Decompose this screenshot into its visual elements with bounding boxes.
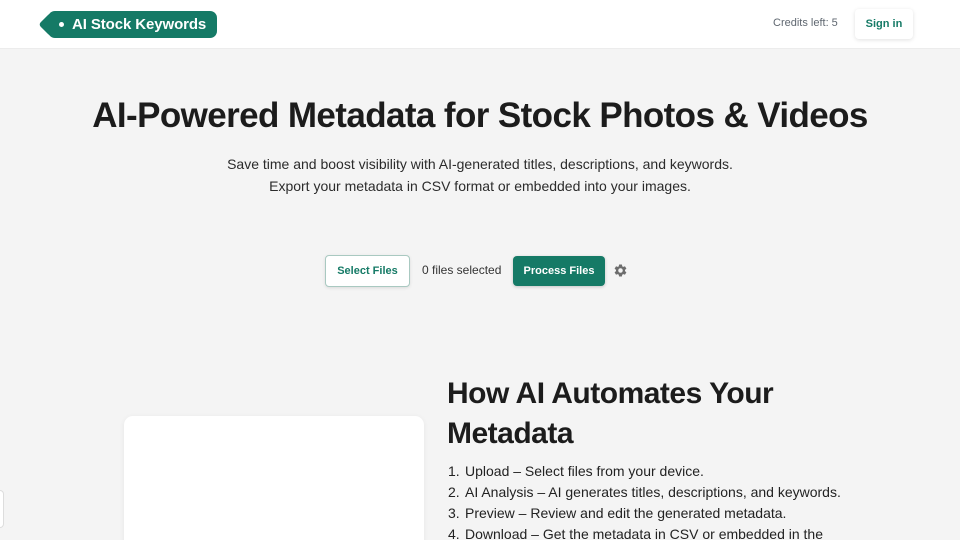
tag-icon bbox=[59, 22, 64, 27]
files-selected-status: 0 files selected bbox=[422, 263, 502, 277]
steps-list: 1. Upload – Select files from your device… bbox=[448, 461, 908, 540]
step-number: 2. bbox=[448, 484, 460, 500]
step-text: Preview – Review and edit the generated … bbox=[465, 505, 787, 521]
preview-card bbox=[124, 416, 424, 540]
step-number: 1. bbox=[448, 463, 460, 479]
logo-text: AI Stock Keywords bbox=[72, 16, 207, 33]
hero-subtitle-line-2: Export your metadata in CSV format or em… bbox=[269, 178, 691, 194]
credits-counter: Credits left: 5 bbox=[773, 17, 838, 29]
sign-in-button[interactable]: Sign in bbox=[855, 9, 913, 39]
process-files-button[interactable]: Process Files bbox=[513, 256, 605, 286]
hero-subtitle-line-1: Save time and boost visibility with AI-g… bbox=[227, 156, 733, 172]
hero-subtitle: Save time and boost visibility with AI-g… bbox=[0, 153, 960, 197]
step-text: AI Analysis – AI generates titles, descr… bbox=[465, 484, 841, 500]
list-item: 1. Upload – Select files from your device… bbox=[448, 461, 908, 482]
step-number: 3. bbox=[448, 505, 460, 521]
logo-link[interactable]: AI Stock Keywords bbox=[48, 11, 218, 38]
how-it-works-title: How AI Automates Your Metadata bbox=[447, 377, 774, 450]
list-item: 4. Download – Get the metadata in CSV or … bbox=[448, 524, 908, 540]
page: AI Stock Keywords Credits left: 5 Sign i… bbox=[0, 0, 960, 540]
step-text: Download – Get the metadata in CSV or em… bbox=[465, 526, 823, 540]
step-number: 4. bbox=[448, 526, 460, 540]
page-title: AI-Powered Metadata for Stock Photos & V… bbox=[92, 96, 868, 135]
select-files-button[interactable]: Select Files bbox=[325, 255, 410, 287]
step-text: Upload – Select files from your device. bbox=[465, 463, 704, 479]
top-header: AI Stock Keywords Credits left: 5 Sign i… bbox=[0, 0, 960, 49]
list-item: 2. AI Analysis – AI generates titles, des… bbox=[448, 482, 908, 503]
side-tab[interactable] bbox=[0, 490, 4, 528]
gear-icon[interactable] bbox=[613, 263, 628, 278]
list-item: 3. Preview – Review and edit the generate… bbox=[448, 503, 908, 524]
